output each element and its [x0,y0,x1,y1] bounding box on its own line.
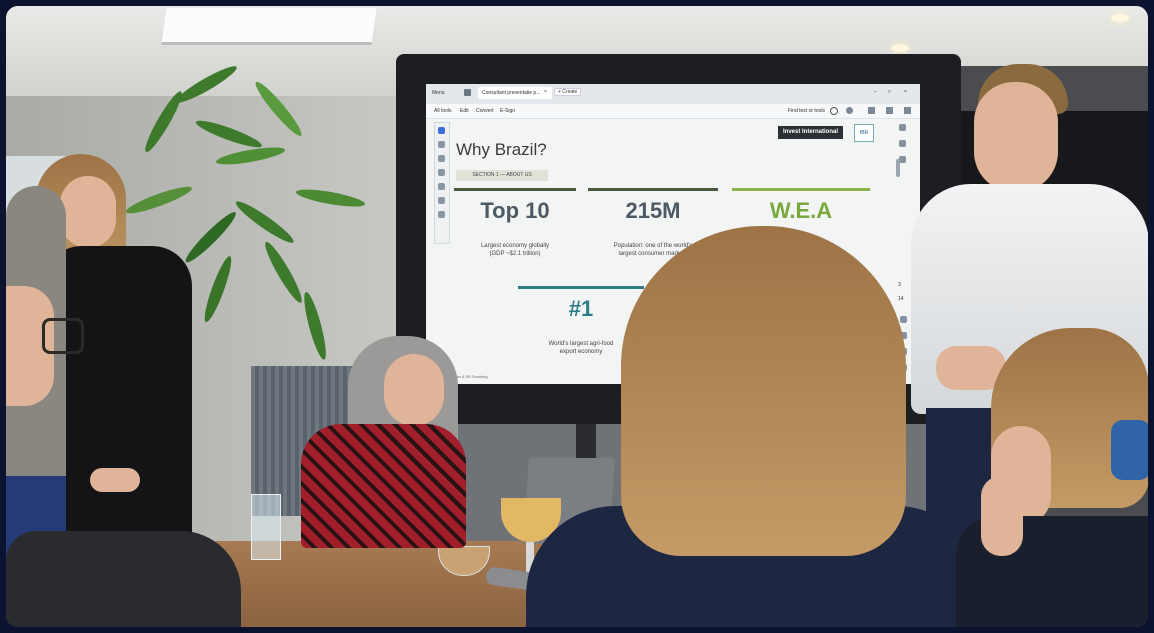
page-total: 14 [898,296,904,302]
tab-active[interactable]: Consultant presentatie p... [478,87,552,99]
maximize-button[interactable]: □ [888,89,891,95]
find-tools-field[interactable]: Find text or tools [788,108,825,114]
skylight [161,8,377,45]
brand-badge: IBR [854,124,874,142]
print-icon[interactable] [886,107,893,114]
pen-icon[interactable] [438,155,445,162]
export-icon[interactable] [899,140,906,147]
app-toolbar: All tools Edit Convert E-Sign Find text … [426,104,920,119]
page-number: 3 [898,282,901,288]
stat-value: Top 10 [480,198,550,223]
menu-button[interactable]: Menu [432,90,445,96]
stat-value: 215M [625,198,681,223]
brand-logo: Invest International [778,126,844,139]
home-icon[interactable] [464,89,471,96]
water-glass [251,494,281,560]
photo-frame: Menu Consultant presentatie p... × + Cre… [6,6,1148,627]
scrollbar-thumb[interactable] [896,159,900,177]
mail-icon[interactable] [904,107,911,114]
section-tag: SECTION 1 — ABOUT US [456,170,548,181]
share-icon[interactable] [868,107,875,114]
hair-clip [1111,420,1148,480]
minimize-button[interactable]: – [874,89,877,95]
text-icon[interactable] [438,183,445,190]
stat-bar [518,286,644,289]
toolbar-convert[interactable]: Convert [476,108,494,114]
stat-bar [454,188,576,191]
slide-title: Why Brazil? [456,140,547,159]
stat-description: Largest economy globally (GDP ~$2.1 trill… [480,243,550,257]
cursor-icon[interactable] [438,127,445,134]
stat-bar [732,188,870,191]
tab-title: Consultant presentatie p... [482,90,541,96]
left-tool-strip [434,122,450,244]
comment-icon[interactable] [899,124,906,131]
stat-value: W.E.A [769,198,833,223]
headphones-icon[interactable] [846,107,853,114]
copy-icon[interactable] [899,156,906,163]
ceiling-light [891,44,909,52]
create-button[interactable]: + Create [554,88,582,96]
browser-tab-bar: Menu Consultant presentatie p... × + Cre… [426,84,920,105]
highlight-icon[interactable] [438,169,445,176]
rotate-icon[interactable] [900,316,907,323]
more-tools-icon[interactable] [438,211,445,218]
stat-bar [588,188,718,191]
tab-close-button[interactable]: × [544,89,547,95]
toolbar-edit[interactable]: Edit [460,108,469,114]
stat-value: #1 [568,296,594,321]
toolbar-all-tools[interactable]: All tools [434,108,452,114]
ceiling-light [1111,14,1129,22]
toolbar-esign[interactable]: E-Sign [500,108,515,114]
search-icon[interactable] [830,107,838,115]
close-window-button[interactable]: × [904,89,907,95]
stamp-icon[interactable] [438,197,445,204]
zoom-icon[interactable] [438,141,445,148]
